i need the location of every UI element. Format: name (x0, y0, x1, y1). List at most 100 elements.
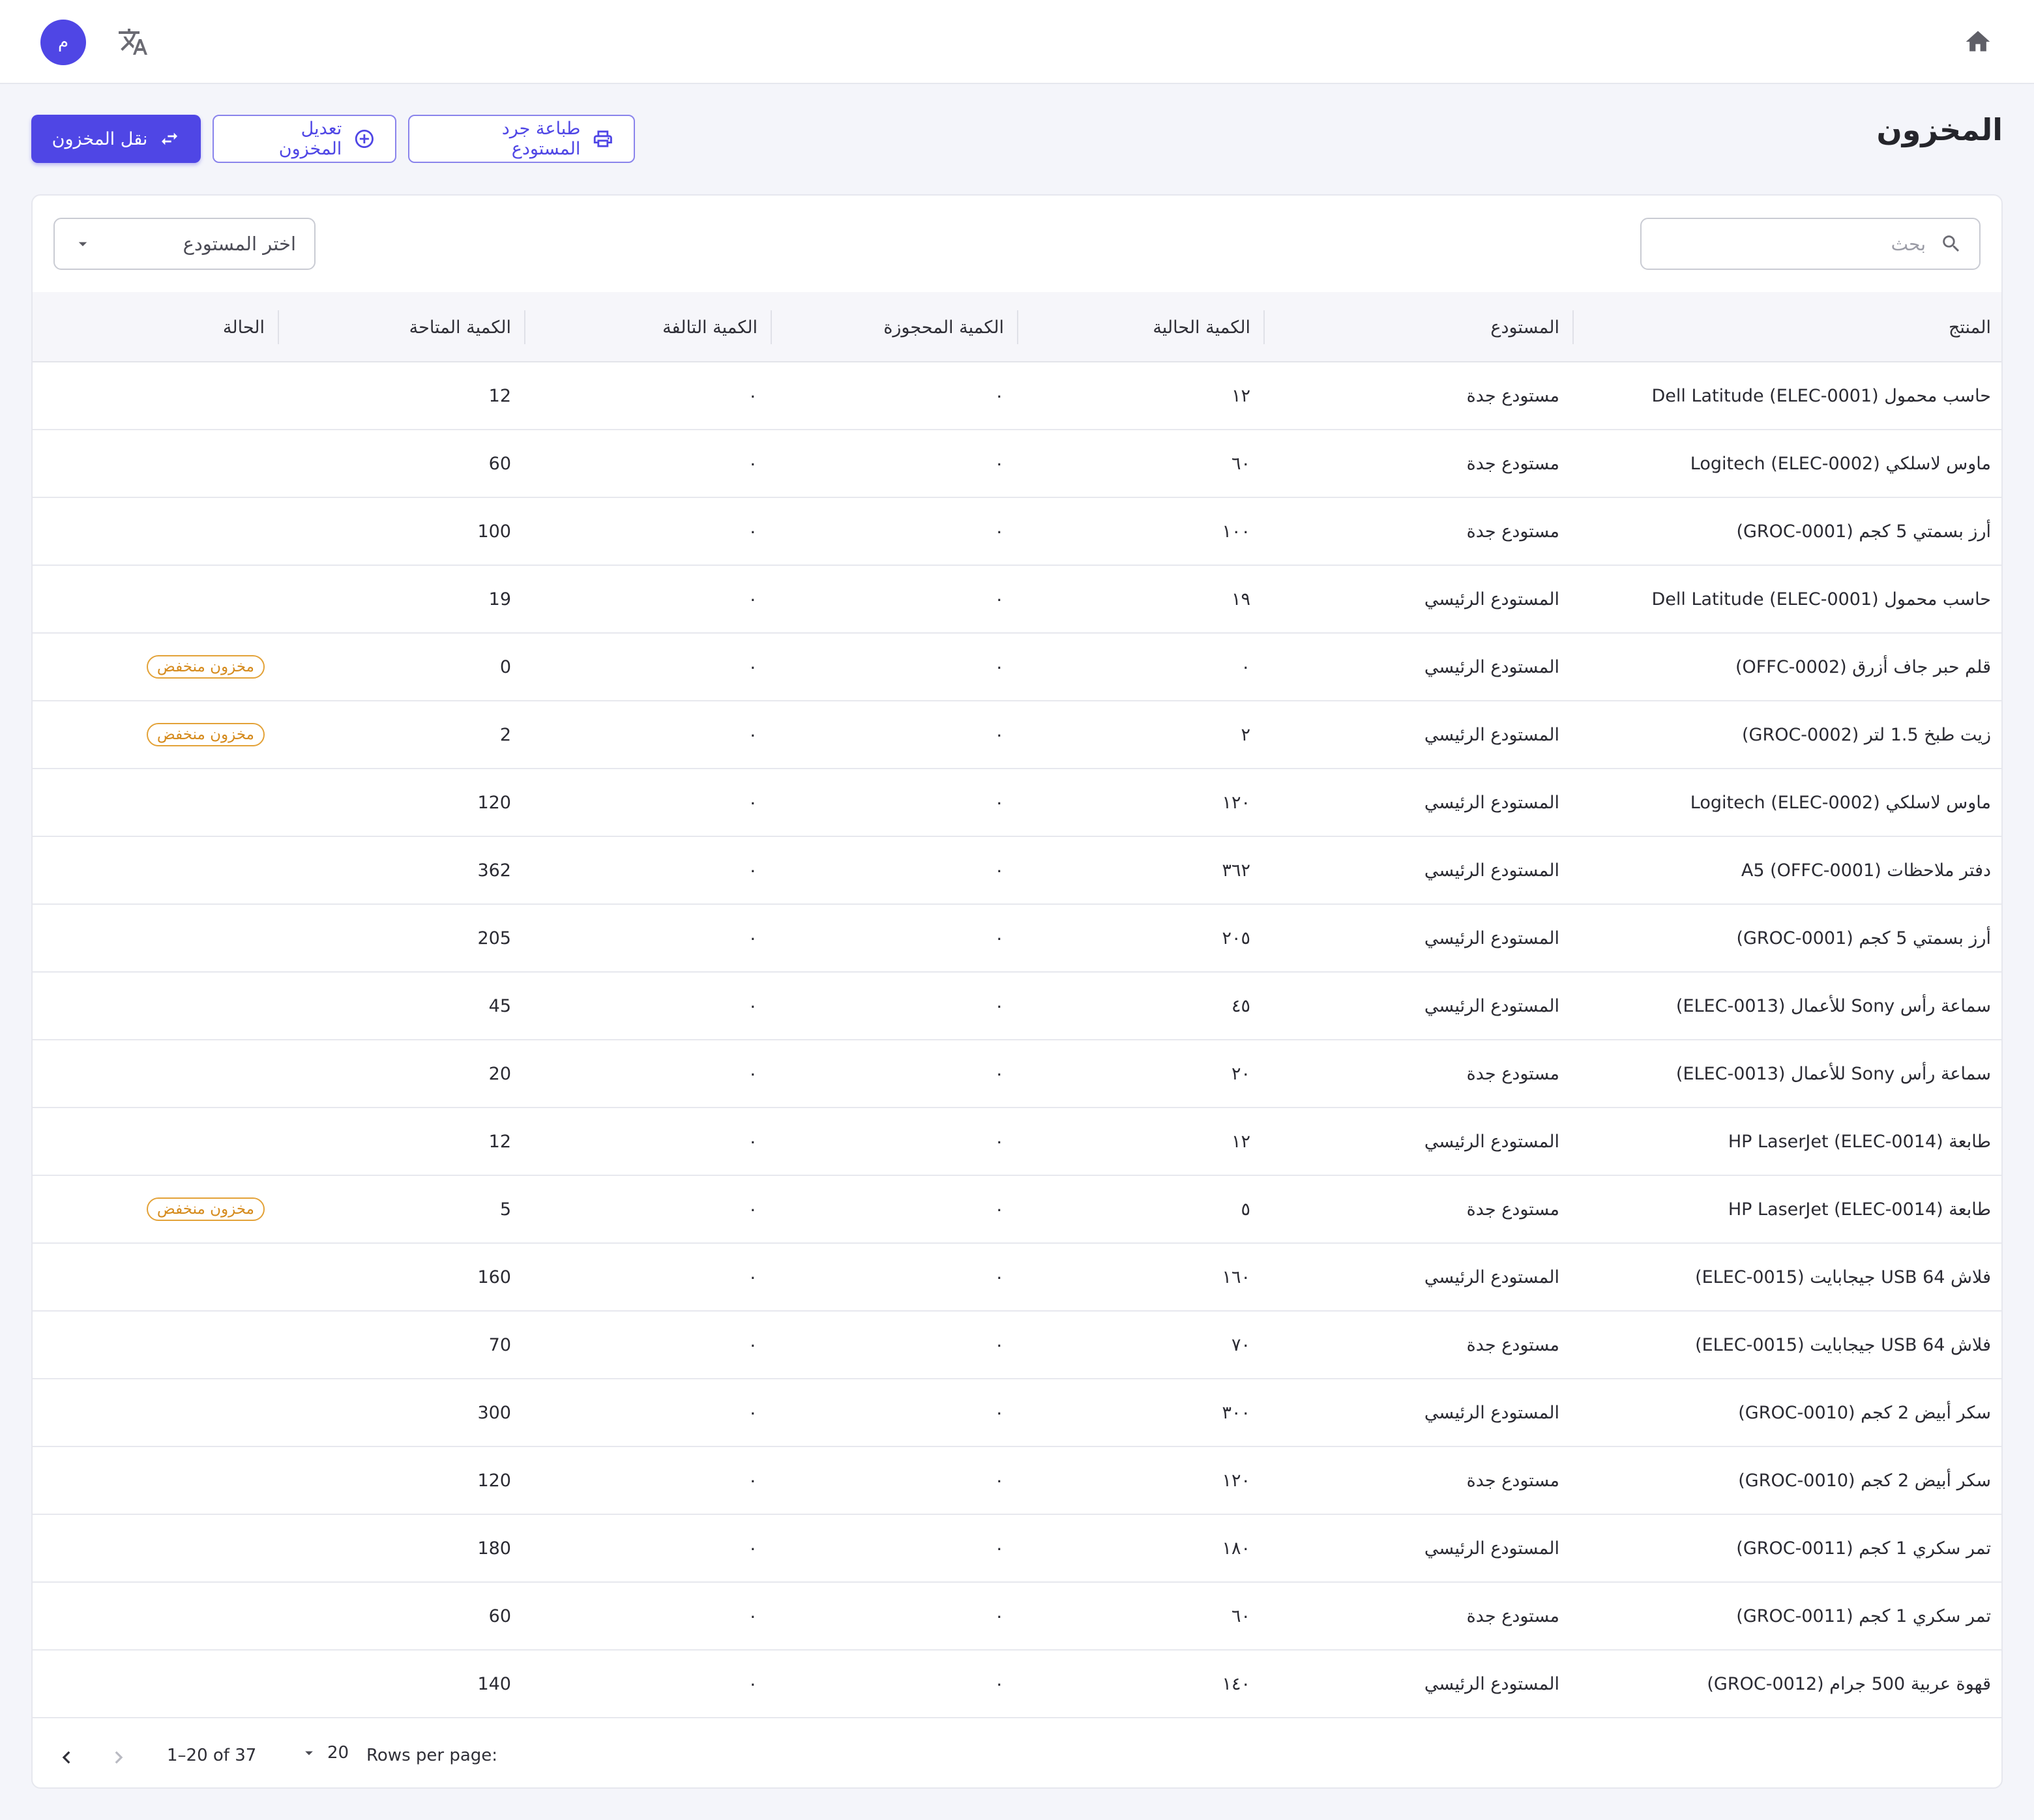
transfer-stock-button[interactable]: نقل المخزون (31, 115, 201, 163)
cell-warehouse: المستودع الرئيسي (1424, 1673, 1559, 1694)
cell-status (33, 1108, 278, 1175)
cell-available-qty: 70 (488, 1334, 511, 1355)
cell-current-qty: ١٢٠ (1222, 1470, 1250, 1491)
table-row[interactable]: تمر سكري 1 كجم (GROC-0011) مستودع جدة ٦٠ ٠ ٠… (33, 1583, 2001, 1651)
cell-current-qty: ٣٦٢ (1222, 860, 1250, 881)
top-bar: م (0, 0, 2034, 84)
column-header-warehouse[interactable]: المستودع (1263, 292, 1572, 362)
column-header-reserved-qty[interactable]: الكمية المحجوزة (771, 292, 1017, 362)
search-input[interactable] (1658, 232, 1927, 256)
table-row[interactable]: طابعة HP LaserJet (ELEC-0014) مستودع جدة ٥… (33, 1176, 2001, 1244)
cell-damaged-qty: ٠ (748, 589, 758, 609)
cell-status (33, 1515, 278, 1581)
table-row[interactable]: قهوة عربية 500 جرام (GROC-0012) المستودع … (33, 1651, 2001, 1718)
table-row[interactable]: ماوس لاسلكي Logitech (ELEC-0002) مستودع ج… (33, 430, 2001, 498)
previous-page-button[interactable] (52, 1743, 81, 1772)
table-row[interactable]: سكر أبيض 2 كجم (GROC-0010) مستودع جدة ١٢٠ ٠… (33, 1447, 2001, 1515)
table-row[interactable]: أرز بسمتي 5 كجم (GROC-0001) المستودع الرئ… (33, 905, 2001, 973)
cell-warehouse: مستودع جدة (1466, 385, 1559, 406)
table-row[interactable]: تمر سكري 1 كجم (GROC-0011) المستودع الرئي… (33, 1515, 2001, 1583)
cell-current-qty: ٢٠٥ (1222, 928, 1250, 948)
cell-product: فلاش USB 64 جيجابايت (ELEC-0015) (1695, 1334, 1991, 1355)
cell-warehouse: مستودع جدة (1466, 1334, 1559, 1355)
cell-damaged-qty: ٠ (748, 1063, 758, 1084)
table-row[interactable]: سكر أبيض 2 كجم (GROC-0010) المستودع الرئي… (33, 1379, 2001, 1447)
rows-per-page-select[interactable]: 20 (300, 1743, 349, 1763)
cell-status (33, 1379, 278, 1446)
swap-icon (162, 132, 178, 145)
cell-damaged-qty: ٠ (748, 1470, 758, 1491)
cell-warehouse: المستودع الرئيسي (1424, 724, 1559, 745)
column-header-damaged-qty[interactable]: الكمية التالفة (524, 292, 771, 362)
home-icon[interactable] (1960, 23, 1996, 60)
warehouse-select[interactable]: اختر المستودع (53, 218, 316, 270)
cell-product: سماعة رأس Sony للأعمال (ELEC-0013) (1675, 1063, 1991, 1084)
cell-product: حاسب محمول Dell Latitude (ELEC-0001) (1651, 385, 1991, 406)
cell-damaged-qty: ٠ (748, 1199, 758, 1220)
cell-product: تمر سكري 1 كجم (GROC-0011) (1736, 1538, 1991, 1559)
cell-current-qty: ٦٠ (1231, 1606, 1250, 1626)
cell-reserved-qty: ٠ (994, 1199, 1004, 1220)
cell-product: أرز بسمتي 5 كجم (GROC-0001) (1736, 521, 1991, 542)
table-row[interactable]: فلاش USB 64 جيجابايت (ELEC-0015) مستودع ج… (33, 1312, 2001, 1379)
cell-status (33, 566, 278, 632)
print-inventory-button[interactable]: طباعة جرد المستودع (408, 115, 635, 163)
table-row[interactable]: حاسب محمول Dell Latitude (ELEC-0001) المس… (33, 566, 2001, 634)
cell-available-qty: 120 (477, 792, 511, 813)
cell-reserved-qty: ٠ (994, 656, 1004, 677)
table-row[interactable]: حاسب محمول Dell Latitude (ELEC-0001) مستو… (33, 362, 2001, 430)
cell-reserved-qty: ٠ (994, 1673, 1004, 1694)
cell-available-qty: 12 (488, 385, 511, 406)
table-row[interactable]: ماوس لاسلكي Logitech (ELEC-0002) المستودع… (33, 769, 2001, 837)
cell-current-qty: ٦٠ (1231, 453, 1250, 474)
cell-reserved-qty: ٠ (994, 724, 1004, 745)
cell-status (33, 973, 278, 1039)
cell-damaged-qty: ٠ (748, 1538, 758, 1559)
table-row[interactable]: فلاش USB 64 جيجابايت (ELEC-0015) المستودع… (33, 1244, 2001, 1312)
table-row[interactable]: سماعة رأس Sony للأعمال (ELEC-0013) مستودع… (33, 1040, 2001, 1108)
cell-available-qty: 205 (477, 928, 511, 948)
cell-available-qty: 19 (488, 589, 511, 609)
cell-available-qty: 2 (499, 724, 511, 745)
translate-icon[interactable] (115, 23, 151, 60)
cell-available-qty: 140 (477, 1673, 511, 1694)
column-header-current-qty[interactable]: الكمية الحالية (1017, 292, 1263, 362)
cell-available-qty: 5 (499, 1199, 511, 1220)
cell-status (33, 430, 278, 497)
cell-reserved-qty: ٠ (994, 521, 1004, 542)
cell-available-qty: 300 (477, 1402, 511, 1423)
cell-reserved-qty: ٠ (994, 1538, 1004, 1559)
adjust-stock-button[interactable]: تعديل المخزون (213, 115, 396, 163)
cell-current-qty: ١٢٠ (1222, 792, 1250, 813)
cell-damaged-qty: ٠ (748, 453, 758, 474)
adjust-stock-label: تعديل المخزون (278, 119, 342, 159)
table-row[interactable]: دفتر ملاحظات A5 (OFFC-0001) المستودع الرئ… (33, 837, 2001, 905)
table-row[interactable]: زيت طبخ 1.5 لتر (GROC-0002) المستودع الرئ… (33, 701, 2001, 769)
cell-reserved-qty: ٠ (994, 1267, 1004, 1287)
column-header-available-qty[interactable]: الكمية المتاحة (278, 292, 524, 362)
cell-warehouse: المستودع الرئيسي (1424, 860, 1559, 881)
column-header-product[interactable]: المنتج (1572, 292, 2001, 362)
cell-product: طابعة HP LaserJet (ELEC-0014) (1728, 1131, 1991, 1152)
cell-reserved-qty: ٠ (994, 928, 1004, 948)
cell-product: زيت طبخ 1.5 لتر (GROC-0002) (1741, 724, 1991, 745)
cell-available-qty: 180 (477, 1538, 511, 1559)
cell-damaged-qty: ٠ (748, 724, 758, 745)
table-row[interactable]: أرز بسمتي 5 كجم (GROC-0001) مستودع جدة ١٠٠… (33, 498, 2001, 566)
cell-reserved-qty: ٠ (994, 792, 1004, 813)
cell-status (33, 837, 278, 903)
action-bar: نقل المخزون تعديل المخزون طباعة جرد المس… (31, 115, 635, 163)
avatar[interactable]: م (40, 20, 86, 65)
chevron-down-icon (78, 242, 87, 246)
table-row[interactable]: قلم حبر جاف أزرق (OFFC-0002) المستودع الر… (33, 634, 2001, 701)
rows-per-page-label: Rows per page: (366, 1746, 498, 1765)
search-field[interactable] (1640, 218, 1981, 270)
cell-warehouse: المستودع الرئيسي (1424, 589, 1559, 609)
next-page-button[interactable] (104, 1743, 133, 1772)
cell-available-qty: 20 (488, 1063, 511, 1084)
table-row[interactable]: سماعة رأس Sony للأعمال (ELEC-0013) المستو… (33, 973, 2001, 1040)
cell-product: ماوس لاسلكي Logitech (ELEC-0002) (1690, 453, 1991, 474)
column-header-status[interactable]: الحالة (33, 292, 278, 362)
cell-reserved-qty: ٠ (994, 1334, 1004, 1355)
table-row[interactable]: طابعة HP LaserJet (ELEC-0014) المستودع ال… (33, 1108, 2001, 1176)
